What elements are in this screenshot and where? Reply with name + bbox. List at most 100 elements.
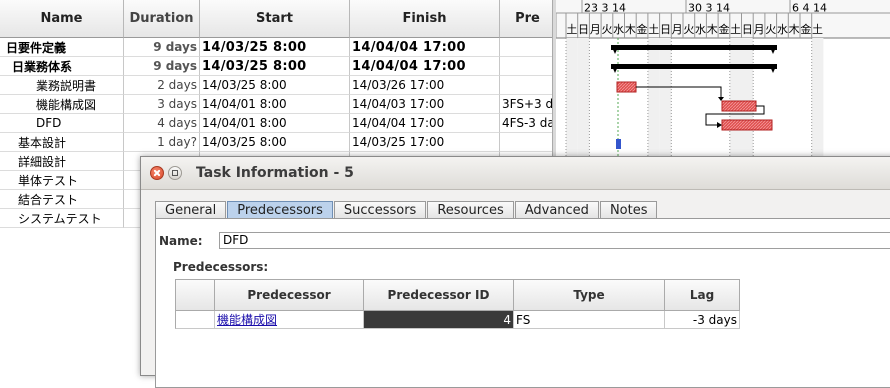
task-row[interactable]: 日業務体系 9 days 14/03/25 8:00 14/04/04 17:00	[0, 57, 556, 76]
task-start-cell[interactable]: 14/03/25 8:00	[200, 76, 350, 95]
week-label: 6 4 14	[792, 2, 827, 15]
day-label: 火	[601, 23, 612, 36]
summary-bar	[611, 45, 777, 50]
task-start-cell[interactable]: 14/03/25 8:00	[200, 38, 350, 57]
task-name-cell[interactable]: 業務説明書	[0, 76, 124, 95]
day-label: 水	[695, 23, 706, 36]
day-label: 月	[590, 23, 601, 36]
week-label: 23 3 14	[584, 2, 626, 15]
task-table-header: Name Duration Start Finish Pre	[0, 0, 556, 38]
tab-notes[interactable]: Notes	[599, 201, 658, 218]
predecessor-row[interactable]: 機能構成図 4 FS -3 days	[175, 311, 740, 329]
dialog-tabs: General Predecessors Successors Resource…	[155, 201, 658, 219]
day-label: 火	[683, 23, 694, 36]
task-name-cell[interactable]: 詳細設計	[0, 152, 124, 171]
task-bar	[721, 100, 757, 112]
summary-bar	[611, 64, 777, 69]
tab-predecessors[interactable]: Predecessors	[227, 201, 333, 218]
column-header-start[interactable]: Start	[200, 0, 350, 38]
task-predecessors-cell[interactable]	[500, 38, 556, 57]
predecessor-id-cell[interactable]: 4	[364, 311, 514, 329]
task-bar	[616, 139, 621, 149]
day-label: 土	[730, 23, 741, 36]
dialog-title: Task Information - 5	[196, 165, 354, 181]
column-header-lag[interactable]: Lag	[665, 279, 740, 311]
predecessor-type-cell[interactable]: FS	[514, 311, 665, 329]
dialog-titlebar[interactable]: Task Information - 5	[141, 157, 890, 190]
day-label: 土	[648, 23, 659, 36]
week-label: 30 3 14	[688, 2, 730, 15]
task-row[interactable]: 日要件定義 9 days 14/03/25 8:00 14/04/04 17:00	[0, 38, 556, 57]
task-finish-cell[interactable]: 14/04/04 17:00	[350, 57, 500, 76]
task-name-cell[interactable]: 日業務体系	[0, 57, 124, 76]
column-header-type[interactable]: Type	[514, 279, 665, 311]
task-duration-cell[interactable]: 2 days	[124, 76, 200, 95]
day-label: 木	[789, 23, 800, 36]
task-information-dialog: Task Information - 5 General Predecessor…	[140, 156, 890, 388]
task-name-cell[interactable]: 基本設計	[0, 133, 124, 152]
task-predecessors-cell[interactable]: 3FS+3 da	[500, 95, 556, 114]
column-header-predecessors[interactable]: Pre	[500, 0, 556, 38]
predecessor-lag-cell[interactable]: -3 days	[665, 311, 740, 329]
task-predecessors-cell[interactable]	[500, 76, 556, 95]
task-bar	[721, 119, 773, 131]
tab-resources[interactable]: Resources	[427, 201, 514, 218]
task-predecessors-cell[interactable]	[500, 57, 556, 76]
task-finish-cell[interactable]: 14/04/04 17:00	[350, 38, 500, 57]
name-label: Name:	[159, 234, 203, 248]
name-field[interactable]: DFD	[219, 232, 890, 249]
dependency-arrowhead	[718, 97, 724, 101]
task-name-cell[interactable]: 機能構成図	[0, 95, 124, 114]
predecessor-name-cell[interactable]: 機能構成図	[215, 311, 364, 329]
task-row[interactable]: 業務説明書 2 days 14/03/25 8:00 14/03/26 17:00	[0, 76, 556, 95]
day-label: 水	[613, 23, 624, 36]
maximize-button[interactable]	[168, 166, 182, 180]
day-label: 金	[637, 22, 648, 36]
task-row[interactable]: DFD 4 days 14/04/01 8:00 14/04/04 17:00 4FS-…	[0, 114, 556, 133]
day-label: 水	[777, 23, 788, 36]
task-name-cell[interactable]: 日要件定義	[0, 38, 124, 57]
row-header-corner	[175, 279, 215, 311]
day-label: 日	[660, 23, 671, 36]
task-name-cell[interactable]: システムテスト	[0, 209, 124, 228]
task-start-cell[interactable]: 14/04/01 8:00	[200, 95, 350, 114]
row-header[interactable]	[175, 311, 215, 329]
task-finish-cell[interactable]: 14/04/04 17:00	[350, 114, 500, 133]
task-start-cell[interactable]: 14/03/25 8:00	[200, 57, 350, 76]
day-label: 日	[578, 23, 589, 36]
column-header-duration[interactable]: Duration	[124, 0, 200, 38]
task-start-cell[interactable]: 14/03/25 8:00	[200, 133, 350, 152]
predecessors-label: Predecessors:	[173, 260, 269, 274]
task-finish-cell[interactable]: 14/04/03 17:00	[350, 95, 500, 114]
column-header-finish[interactable]: Finish	[350, 0, 500, 38]
day-label: 日	[742, 23, 753, 36]
task-finish-cell[interactable]: 14/03/26 17:00	[350, 76, 500, 95]
task-name-cell[interactable]: DFD	[0, 114, 124, 133]
task-bar	[616, 81, 637, 93]
tab-advanced[interactable]: Advanced	[514, 201, 599, 218]
task-predecessors-cell[interactable]: 4FS-3 day	[500, 114, 556, 133]
day-label: 金	[800, 22, 811, 36]
tab-successors[interactable]: Successors	[333, 201, 427, 218]
task-predecessors-cell[interactable]	[500, 133, 556, 152]
day-label: 土	[812, 23, 823, 36]
column-header-predecessor[interactable]: Predecessor	[215, 279, 364, 311]
task-duration-cell[interactable]: 1 day?	[124, 133, 200, 152]
task-row[interactable]: 機能構成図 3 days 14/04/01 8:00 14/04/03 17:00 3F…	[0, 95, 556, 114]
task-row[interactable]: 基本設計 1 day? 14/03/25 8:00 14/03/25 17:00	[0, 133, 556, 152]
day-label: 金	[718, 22, 729, 36]
task-duration-cell[interactable]: 4 days	[124, 114, 200, 133]
task-duration-cell[interactable]: 3 days	[124, 95, 200, 114]
task-duration-cell[interactable]: 9 days	[124, 38, 200, 57]
day-label: 火	[765, 23, 776, 36]
tab-general[interactable]: General	[155, 201, 227, 218]
close-button[interactable]	[150, 166, 164, 180]
day-label: 土	[566, 23, 577, 36]
column-header-predecessor-id[interactable]: Predecessor ID	[364, 279, 514, 311]
task-start-cell[interactable]: 14/04/01 8:00	[200, 114, 350, 133]
task-finish-cell[interactable]: 14/03/25 17:00	[350, 133, 500, 152]
task-name-cell[interactable]: 結合テスト	[0, 190, 124, 209]
task-duration-cell[interactable]: 9 days	[124, 57, 200, 76]
column-header-name[interactable]: Name	[0, 0, 124, 38]
task-name-cell[interactable]: 単体テスト	[0, 171, 124, 190]
